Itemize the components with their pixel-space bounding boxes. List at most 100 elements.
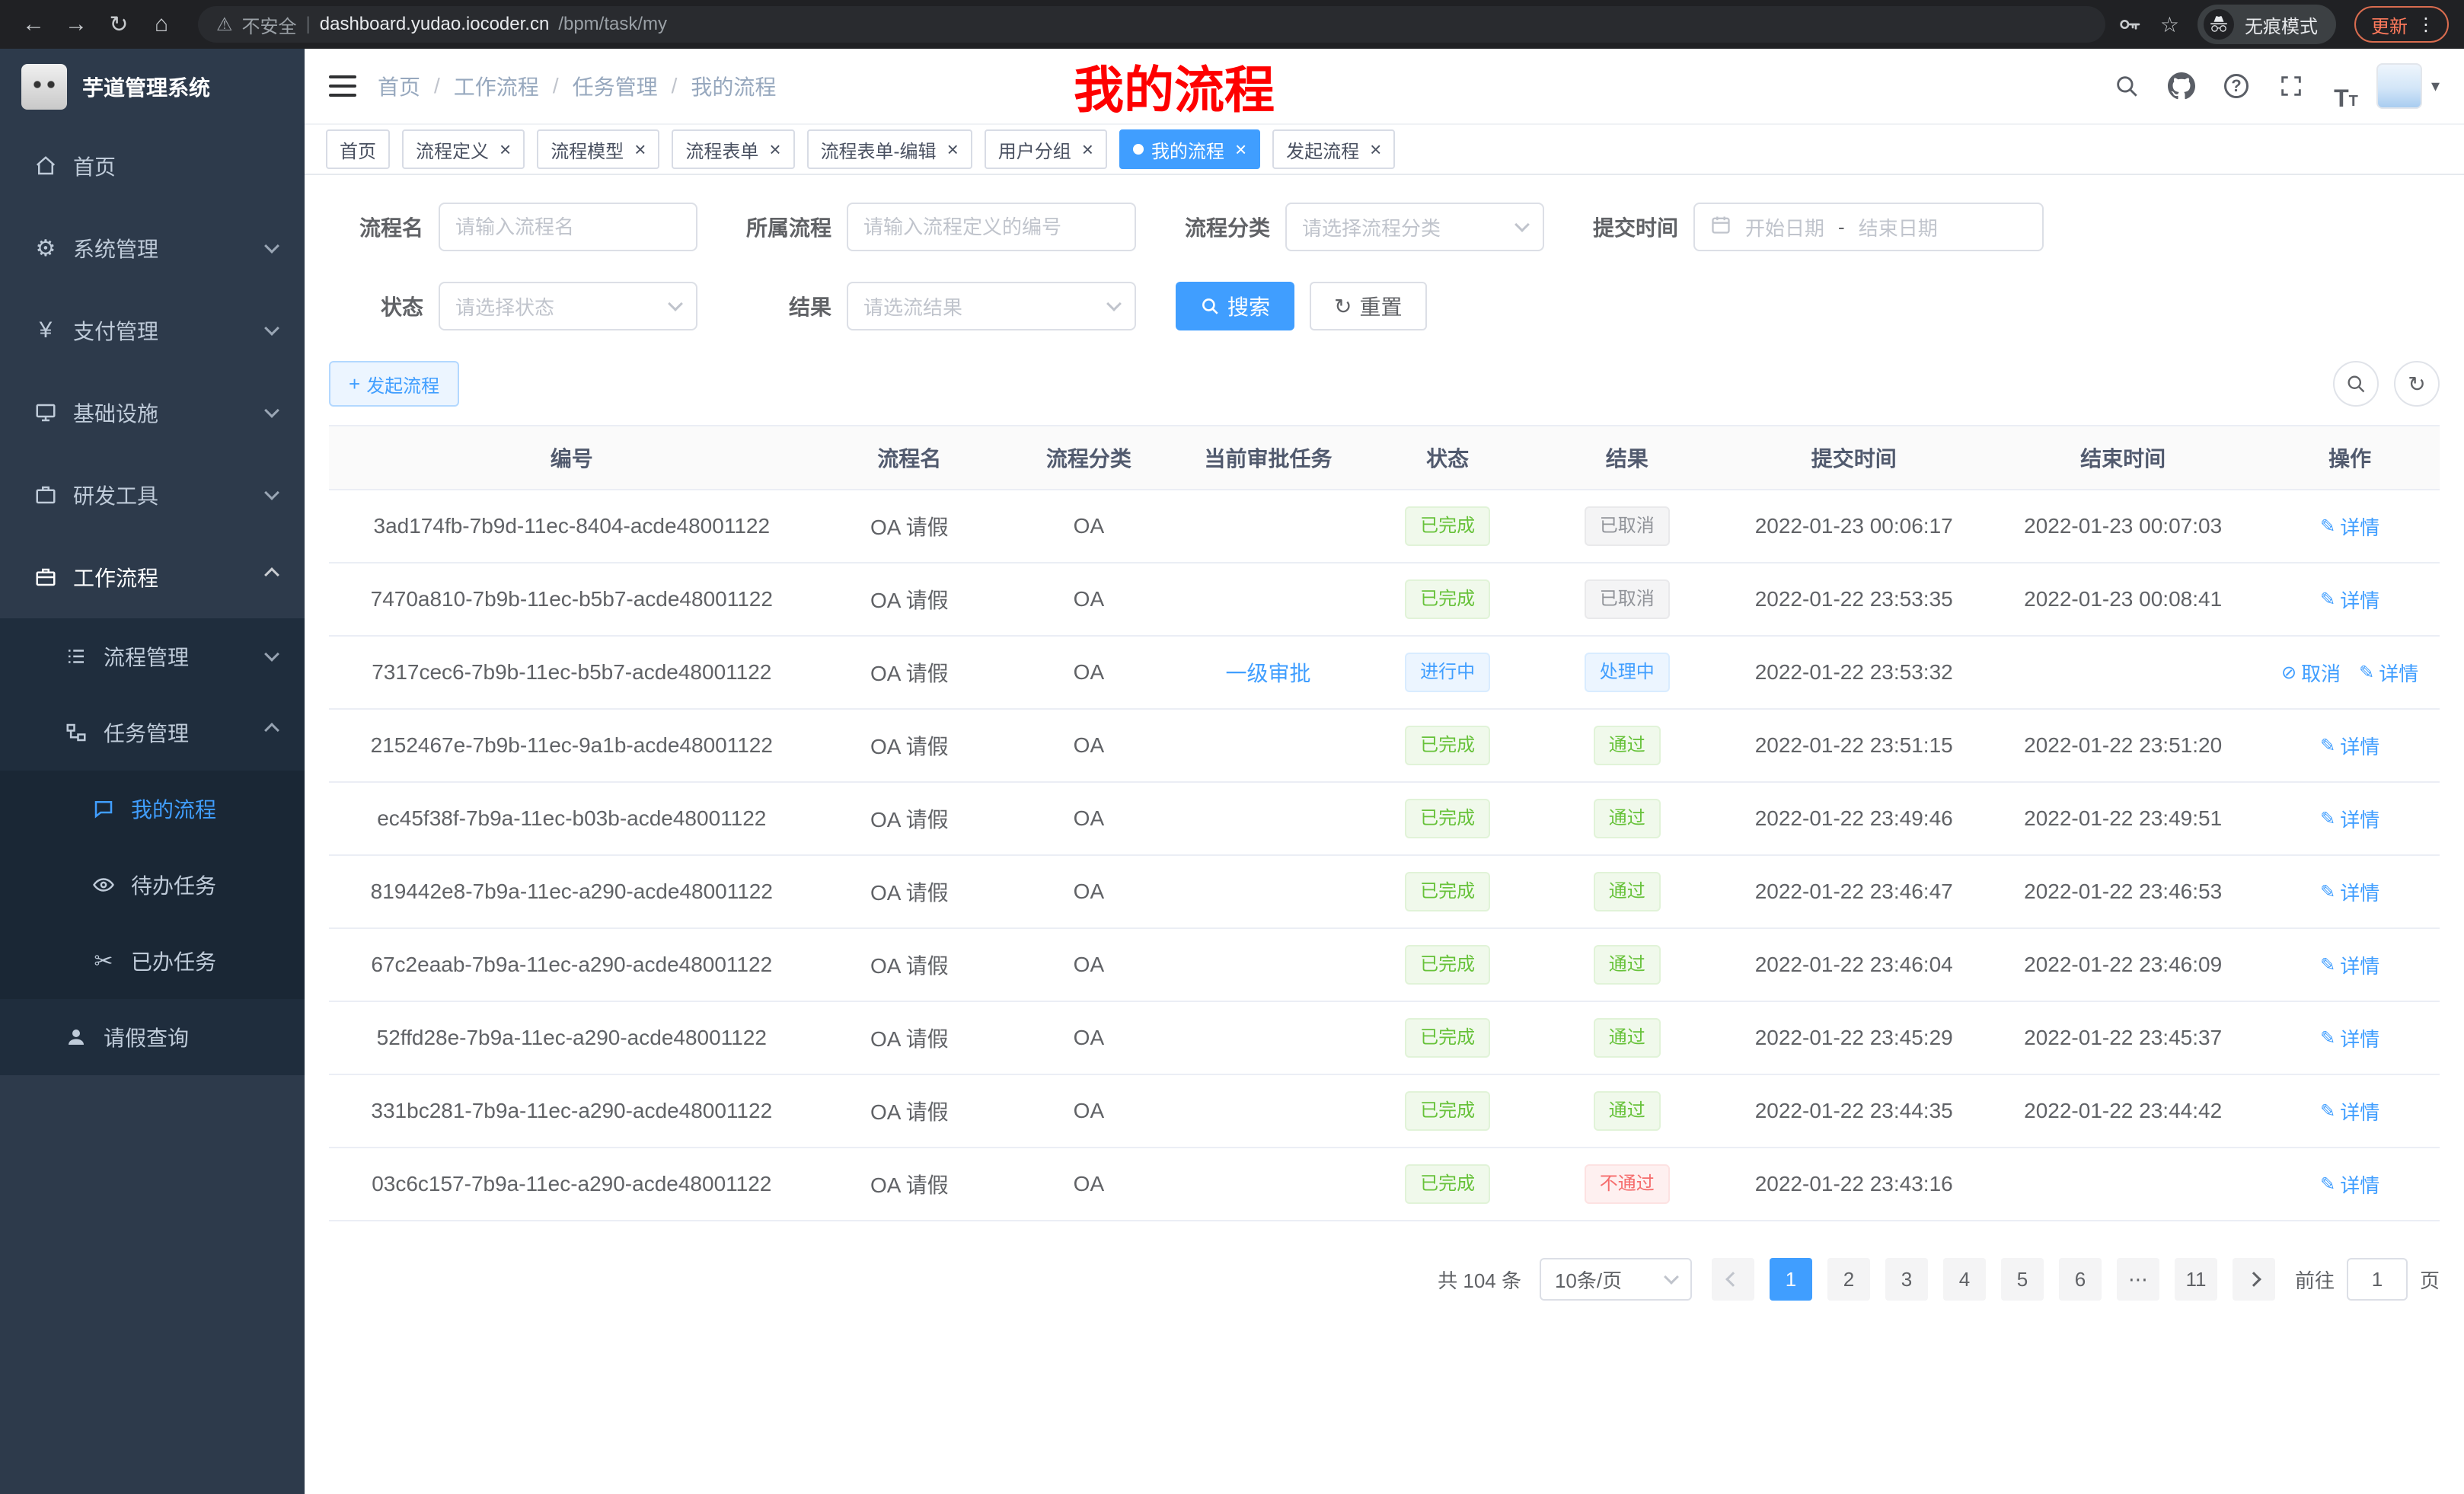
sidebar-item-done-tasks[interactable]: ✂ 已办任务 xyxy=(0,923,305,999)
chevron-down-icon xyxy=(264,403,279,418)
status-badge: 已完成 xyxy=(1405,1164,1490,1204)
category-select[interactable]: 请选择流程分类 xyxy=(1285,203,1544,251)
breadcrumb-item-3[interactable]: 任务管理 xyxy=(573,71,658,101)
sidebar-item-workflow[interactable]: 工作流程 xyxy=(0,536,305,618)
tab-4[interactable]: 流程表单-编辑 × xyxy=(807,129,972,169)
status-select[interactable]: 请选择状态 xyxy=(439,282,697,330)
help-question-icon[interactable]: ? xyxy=(2212,62,2261,110)
sidebar-item-label: 研发工具 xyxy=(73,480,158,510)
result-badge: 通过 xyxy=(1594,945,1661,985)
sidebar-item-my-process[interactable]: 我的流程 xyxy=(0,771,305,847)
tab-2[interactable]: 流程模型× xyxy=(537,129,659,169)
tab-7[interactable]: 发起流程× xyxy=(1272,129,1395,169)
sidebar-toggle-hamburger-icon[interactable] xyxy=(329,74,356,98)
detail-action-link[interactable]: ✎详情 xyxy=(2320,586,2379,614)
process-id-cell: 52ffd28e-7b9a-11ec-a290-acde48001122 xyxy=(329,1001,815,1074)
tab-close-icon[interactable]: × xyxy=(947,139,959,159)
result-label: 结果 xyxy=(737,291,831,321)
sidebar-item-system[interactable]: ⚙ 系统管理 xyxy=(0,207,305,289)
status-cell: 已完成 xyxy=(1363,782,1532,855)
tab-close-icon[interactable]: × xyxy=(500,139,511,159)
app-logo[interactable]: 芋道管理系统 xyxy=(0,49,305,125)
end-time-cell xyxy=(1986,1148,2260,1221)
process-name-input[interactable] xyxy=(439,203,697,251)
sidebar-item-devtools[interactable]: 研发工具 xyxy=(0,454,305,536)
not-secure-label: 不安全 xyxy=(242,11,297,38)
detail-action-link[interactable]: ✎详情 xyxy=(2320,732,2379,760)
page-button-6[interactable]: 6 xyxy=(2059,1258,2102,1301)
detail-action-link[interactable]: ✎详情 xyxy=(2320,512,2379,541)
password-key-icon[interactable] xyxy=(2118,12,2142,37)
font-size-icon[interactable]: TT xyxy=(2322,62,2370,110)
sidebar-item-infrastructure[interactable]: 基础设施 xyxy=(0,372,305,454)
process-definition-input[interactable] xyxy=(847,203,1136,251)
sidebar-item-home[interactable]: 首页 xyxy=(0,125,305,207)
reset-button[interactable]: ↻ 重置 xyxy=(1310,282,1426,330)
breadcrumb-item-1[interactable]: 首页 xyxy=(378,71,420,101)
sidebar-item-process-management[interactable]: 流程管理 xyxy=(0,618,305,694)
create-process-button[interactable]: + 发起流程 xyxy=(329,361,459,407)
fullscreen-icon[interactable] xyxy=(2267,62,2316,110)
date-range-picker[interactable]: 开始日期 - 结束日期 xyxy=(1693,203,2044,251)
browser-menu-dots-icon[interactable]: ⋮ xyxy=(2417,14,2435,36)
status-cell: 已完成 xyxy=(1363,1001,1532,1074)
detail-action-link[interactable]: ✎详情 xyxy=(2320,878,2379,906)
toggle-search-button[interactable] xyxy=(2333,361,2379,407)
tab-0[interactable]: 首页 xyxy=(326,129,390,169)
refresh-table-button[interactable]: ↻ xyxy=(2394,361,2440,407)
user-avatar[interactable] xyxy=(2376,63,2422,109)
avatar-caret-down-icon[interactable]: ▾ xyxy=(2431,76,2440,96)
page-ellipsis[interactable]: ⋯ xyxy=(2117,1258,2159,1301)
page-button-4[interactable]: 4 xyxy=(1943,1258,1986,1301)
tab-close-icon[interactable]: × xyxy=(1235,139,1246,159)
browser-update-button[interactable]: 更新 ⋮ xyxy=(2354,6,2449,43)
goto-page-input[interactable] xyxy=(2347,1258,2408,1301)
tab-3[interactable]: 流程表单× xyxy=(672,129,794,169)
submit-time-cell: 2022-01-22 23:44:35 xyxy=(1722,1074,1986,1148)
github-icon[interactable] xyxy=(2157,62,2206,110)
prev-page-button[interactable] xyxy=(1712,1258,1754,1301)
main-area: 首页/工作流程/任务管理/我的流程 我的流程 ? xyxy=(305,49,2464,1494)
sidebar-item-payment[interactable]: ¥ 支付管理 xyxy=(0,289,305,372)
browser-back-button[interactable]: ← xyxy=(15,6,52,43)
page-size-select[interactable]: 10条/页 xyxy=(1540,1258,1692,1301)
page-button-2[interactable]: 2 xyxy=(1827,1258,1870,1301)
page-button-3[interactable]: 3 xyxy=(1885,1258,1928,1301)
detail-action-link[interactable]: ✎详情 xyxy=(2320,805,2379,833)
process-id-cell: 331bc281-7b9a-11ec-a290-acde48001122 xyxy=(329,1074,815,1148)
detail-action-link[interactable]: ✎详情 xyxy=(2320,1024,2379,1052)
page-button-11[interactable]: 11 xyxy=(2175,1258,2217,1301)
detail-action-link[interactable]: ✎详情 xyxy=(2320,951,2379,979)
browser-forward-button[interactable]: → xyxy=(58,6,94,43)
browser-home-button[interactable]: ⌂ xyxy=(143,6,180,43)
tab-close-icon[interactable]: × xyxy=(1370,139,1381,159)
tab-1[interactable]: 流程定义× xyxy=(402,129,525,169)
category-label: 流程分类 xyxy=(1176,212,1270,242)
cancel-action-link[interactable]: ⊘取消 xyxy=(2281,659,2341,687)
detail-action-link[interactable]: ✎详情 xyxy=(2359,659,2418,687)
tab-close-icon[interactable]: × xyxy=(634,139,646,159)
tab-close-icon[interactable]: × xyxy=(769,139,780,159)
page-button-5[interactable]: 5 xyxy=(2001,1258,2044,1301)
search-icon[interactable] xyxy=(2102,62,2151,110)
page-button-1[interactable]: 1 xyxy=(1770,1258,1812,1301)
next-page-button[interactable] xyxy=(2233,1258,2275,1301)
tab-5[interactable]: 用户分组× xyxy=(985,129,1107,169)
breadcrumb-item-2[interactable]: 工作流程 xyxy=(454,71,539,101)
sidebar-item-task-management[interactable]: 任务管理 xyxy=(0,694,305,771)
detail-action-link[interactable]: ✎详情 xyxy=(2320,1170,2379,1199)
current-task-link[interactable]: 一级审批 xyxy=(1226,662,1311,685)
tab-6[interactable]: 我的流程× xyxy=(1119,129,1260,169)
address-bar[interactable]: ⚠ 不安全 | dashboard.yudao.iocoder.cn /bpm/… xyxy=(198,6,2105,43)
browser-reload-button[interactable]: ↻ xyxy=(101,6,137,43)
column-header: 状态 xyxy=(1363,426,1532,490)
detail-action-link[interactable]: ✎详情 xyxy=(2320,1097,2379,1125)
bookmark-star-icon[interactable]: ☆ xyxy=(2160,12,2179,37)
result-select[interactable]: 请选流结果 xyxy=(847,282,1136,330)
action-label: 详情 xyxy=(2379,659,2418,687)
tab-close-icon[interactable]: × xyxy=(1082,139,1093,159)
tab-label: 流程表单-编辑 xyxy=(821,136,937,163)
sidebar-item-leave-query[interactable]: 请假查询 xyxy=(0,999,305,1075)
search-button[interactable]: 搜索 xyxy=(1176,282,1294,330)
sidebar-item-todo-tasks[interactable]: 待办任务 xyxy=(0,847,305,923)
